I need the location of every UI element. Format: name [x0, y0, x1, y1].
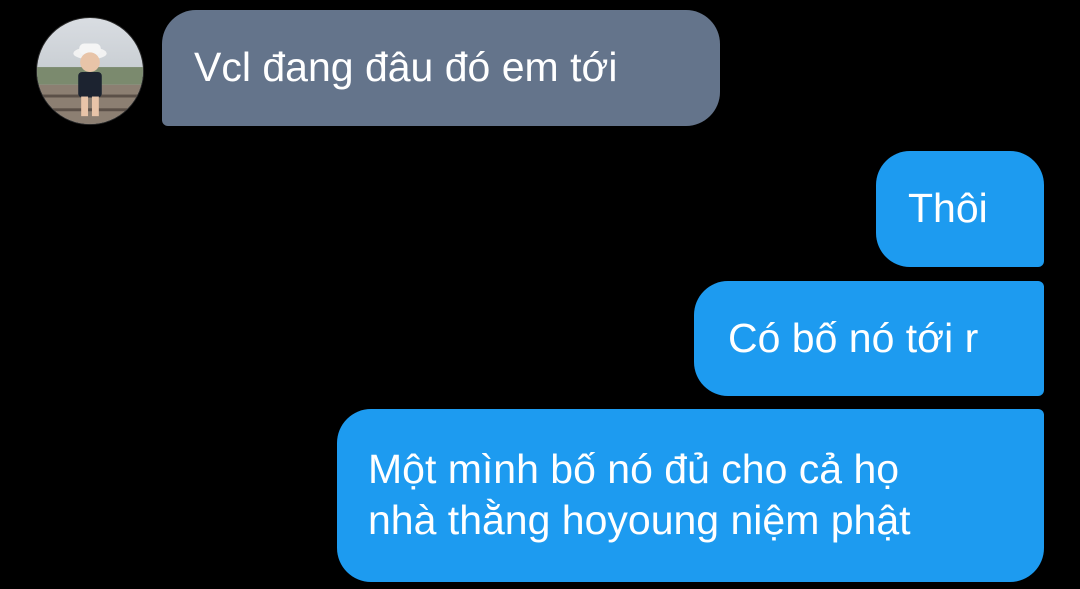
- message-text-line: Một mình bố nó đủ cho cả họ: [368, 446, 900, 492]
- outgoing-message-bubble[interactable]: Thôi: [876, 151, 1044, 267]
- message-text: Có bố nó tới r: [728, 315, 979, 361]
- message-text: Vcl đang đâu đó em tới: [194, 44, 618, 90]
- incoming-message-bubble[interactable]: Vcl đang đâu đó em tới: [162, 10, 720, 126]
- avatar-photo-icon: [37, 18, 143, 124]
- chat-screen: { "conversation": { "incoming": [ { "tex…: [0, 0, 1080, 589]
- contact-avatar[interactable]: [36, 17, 144, 125]
- outgoing-message-bubble[interactable]: Có bố nó tới r: [694, 281, 1044, 396]
- message-text: Thôi: [908, 185, 988, 231]
- message-text-line: nhà thằng hoyoung niệm phật: [368, 497, 911, 543]
- outgoing-message-bubble[interactable]: Một mình bố nó đủ cho cả họ nhà thằng ho…: [337, 409, 1044, 582]
